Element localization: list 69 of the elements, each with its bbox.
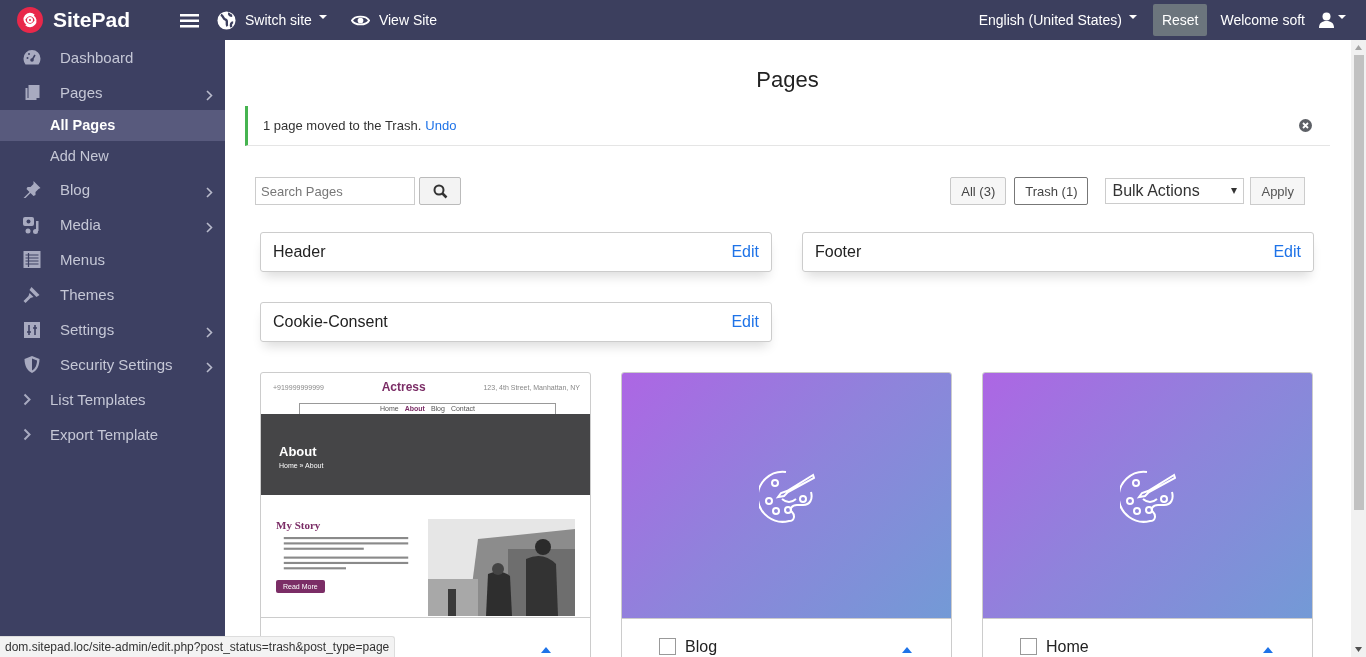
search-field[interactable]: Search Pages bbox=[255, 177, 415, 205]
notice-text: 1 page moved to the Trash. bbox=[263, 118, 422, 133]
sidebar-item[interactable]: Security Settings bbox=[0, 347, 225, 382]
apply-button[interactable]: Apply bbox=[1250, 177, 1305, 205]
sidebar-item[interactable]: Dashboard bbox=[0, 40, 225, 75]
sidebar-item[interactable]: Menus bbox=[0, 242, 225, 277]
edit-link[interactable]: Edit bbox=[731, 313, 759, 331]
sidebar-item[interactable]: Media bbox=[0, 207, 225, 242]
pages-icon bbox=[23, 84, 41, 101]
hero-heading: About bbox=[279, 444, 318, 459]
filter-button[interactable]: All (3) bbox=[950, 177, 1007, 205]
caret-icon bbox=[318, 15, 327, 19]
caret-icon bbox=[1128, 15, 1137, 19]
user-menu[interactable] bbox=[1319, 12, 1346, 28]
media-icon bbox=[23, 215, 41, 234]
section-title: Header bbox=[273, 243, 326, 261]
story-title: My Story bbox=[276, 519, 322, 531]
sliders-icon bbox=[23, 321, 41, 338]
sidebar-item[interactable]: Pages bbox=[0, 75, 225, 110]
section-title: Footer bbox=[815, 243, 862, 261]
reset-button[interactable]: Reset bbox=[1152, 4, 1208, 36]
checkbox[interactable] bbox=[1020, 638, 1037, 655]
sidebar-subitem[interactable]: Add New bbox=[0, 141, 225, 172]
brand-name: SitePad bbox=[53, 8, 131, 32]
page-title: Pages bbox=[755, 67, 820, 93]
view-site-link[interactable]: View Site bbox=[350, 12, 438, 28]
sidebar-subitem[interactable]: All Pages bbox=[0, 110, 225, 141]
palette-icon bbox=[758, 468, 815, 523]
bulk-actions-select[interactable]: Bulk Actions bbox=[1105, 178, 1245, 204]
eye-icon bbox=[350, 13, 370, 27]
gauge-icon bbox=[23, 50, 41, 65]
section-title: Cookie-Consent bbox=[273, 313, 388, 331]
globe-icon bbox=[217, 10, 236, 30]
sidebar-item[interactable]: List Templates bbox=[0, 382, 225, 417]
palette-icon bbox=[1119, 468, 1176, 523]
search-icon bbox=[432, 183, 448, 199]
brush-icon bbox=[23, 286, 41, 303]
pin-icon bbox=[23, 181, 41, 198]
sort-icon[interactable] bbox=[902, 647, 912, 653]
sidebar-item[interactable]: Export Template bbox=[0, 417, 225, 452]
caret-icon bbox=[1338, 15, 1346, 19]
shield-icon bbox=[23, 356, 41, 373]
status-bar-url: dom.sitepad.loc/site-admin/edit.php?post_status=trash&post_type=page bbox=[0, 636, 396, 657]
edit-link[interactable]: Edit bbox=[1273, 243, 1301, 261]
user-icon bbox=[1319, 12, 1334, 28]
filter-button[interactable]: Trash (1) bbox=[1014, 177, 1089, 205]
sort-icon[interactable] bbox=[1263, 647, 1273, 653]
language-menu[interactable]: English (United States) bbox=[978, 12, 1137, 28]
close-icon[interactable] bbox=[1299, 119, 1312, 132]
site-name: Actress bbox=[381, 380, 426, 394]
scroll-down-icon[interactable] bbox=[1355, 647, 1362, 652]
sidebar-item[interactable]: Blog bbox=[0, 172, 225, 207]
sort-icon[interactable] bbox=[541, 647, 551, 653]
sidebar-item[interactable]: Themes bbox=[0, 277, 225, 312]
checkbox[interactable] bbox=[659, 638, 676, 655]
page-title-text: Home bbox=[1046, 638, 1089, 655]
menu-icon[interactable] bbox=[180, 12, 199, 28]
search-button[interactable] bbox=[419, 177, 461, 205]
scrollbar[interactable] bbox=[1351, 40, 1366, 657]
chevron-right-icon bbox=[23, 428, 31, 441]
list-icon bbox=[23, 251, 41, 268]
switch-site-menu[interactable]: Switch site bbox=[217, 10, 327, 30]
undo-link[interactable]: Undo bbox=[425, 118, 457, 133]
logo-icon bbox=[17, 7, 43, 33]
sidebar-item[interactable]: Settings bbox=[0, 312, 225, 347]
edit-link[interactable]: Edit bbox=[731, 243, 759, 261]
welcome-text: Welcome soft bbox=[1220, 12, 1305, 28]
chevron-right-icon bbox=[23, 393, 31, 406]
page-title-text: Blog bbox=[685, 638, 718, 655]
